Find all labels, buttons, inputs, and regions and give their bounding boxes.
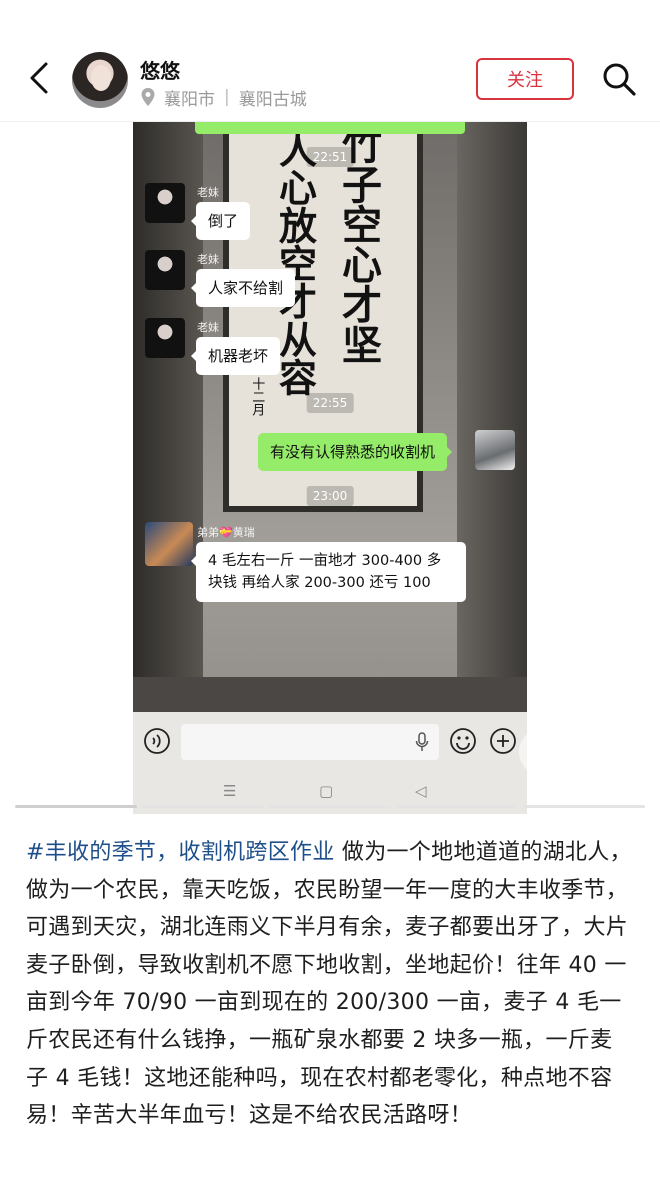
post-header: 悠悠 襄阳市 | 襄阳古城 关注 [0,0,660,122]
plus-icon [490,728,516,754]
play-icon [609,743,622,759]
media-carousel[interactable]: 竹子空心才坚 人心放空才从容 十二月 ☰ ▢ ◁ 22:51 老妹 倒了 老妹 … [0,122,660,814]
carousel-dot [269,805,391,808]
chat-sender: 老妹 [197,321,219,334]
chat-avatar [145,318,185,358]
chat-bubble-line: 4 毛左右一斤 一亩地才 300-400 多 [208,553,442,569]
chat-bubble-in: 人家不给割 [190,269,296,307]
calligraphy-date: 十二月 [249,377,265,416]
chat-sender: 老妹 [197,253,219,266]
back-chevron-icon [30,62,48,94]
author-avatar[interactable] [72,52,128,108]
location-place: 襄阳古城 [238,89,307,110]
chat-avatar [145,250,185,290]
location-pin-icon [141,88,155,106]
phone-home-icon: ▢ [319,782,334,800]
scan-icon [533,742,553,762]
chat-timestamp: 22:51 [306,147,354,167]
chat-timestamp: 23:00 [306,486,354,506]
chat-bubble-line: 块钱 再给人家 200-300 还亏 100 [208,575,431,591]
carousel-dot [523,805,645,808]
carousel-indicator [0,805,660,809]
chat-timestamp: 22:55 [306,393,354,413]
microphone-icon [415,732,429,751]
follow-button[interactable]: 关注 [476,58,574,100]
emoji-icon [450,728,476,754]
post-body: 做为一个地地道道的湖北人，做为一个农民，靠天吃饭，农民盼望一年一度的大丰收季节，… [26,840,632,1129]
chat-bubble-out [195,122,465,134]
chat-sender: 弟弟💝黄瑞 [197,526,255,539]
location-separator: | [224,87,230,107]
scan-button[interactable] [519,728,567,776]
post-caption: #丰收的季节，收割机跨区作业 做为一个地地道道的湖北人，做为一个农民，靠天吃饭，… [26,834,634,1135]
chat-input-bar [133,720,527,764]
hashtag-link[interactable]: #丰收的季节，收割机跨区作业 [26,840,335,865]
author-name[interactable]: 悠悠 [140,55,180,84]
voice-icon [144,728,170,754]
chat-bubble-in: 4 毛左右一斤 一亩地才 300-400 多 块钱 再给人家 200-300 还… [191,542,466,602]
phone-menu-icon: ☰ [223,782,237,800]
chat-sender: 老妹 [197,186,219,199]
location-city: 襄阳市 [164,89,215,110]
chat-input-field [181,724,439,760]
carousel-dot [396,805,518,808]
chat-bubble-in: 机器老坏 [190,337,281,375]
carousel-dot [15,805,137,808]
chat-bubble-out: 有没有认得熟悉的收割机 [258,433,453,471]
back-button[interactable] [22,58,58,98]
phone-back-icon: ◁ [415,782,427,800]
chat-avatar [145,183,185,223]
search-button[interactable] [600,60,638,98]
play-button[interactable] [589,726,639,776]
chat-bubble-in: 倒了 [190,202,251,240]
chat-avatar-self [475,430,515,470]
search-icon [603,63,636,96]
location[interactable]: 襄阳市 | 襄阳古城 [140,86,307,110]
carousel-dot [142,805,264,808]
